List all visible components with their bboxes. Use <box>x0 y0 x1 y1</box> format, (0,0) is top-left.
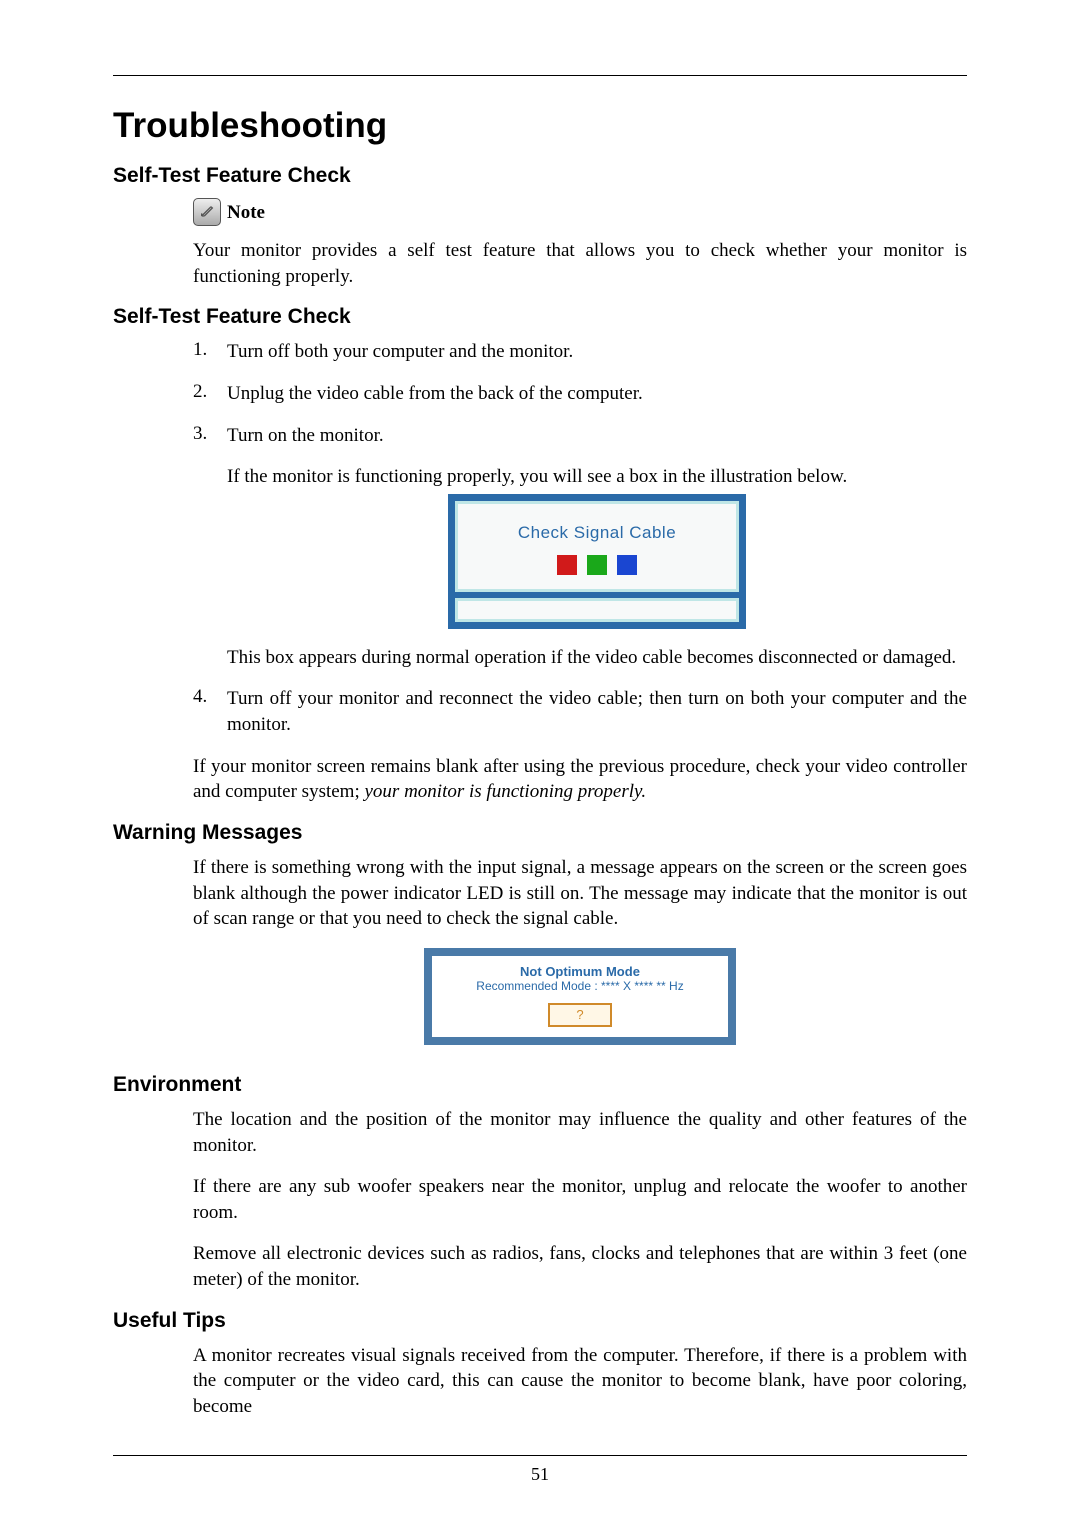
bottom-divider <box>113 1455 967 1456</box>
env-p3: Remove all electronic devices such as ra… <box>193 1241 967 1292</box>
figure-check-signal: Check Signal Cable <box>227 494 967 629</box>
step-subtext: If the monitor is functioning properly, … <box>227 464 967 490</box>
figure-button: ? <box>548 1003 612 1027</box>
page-content: Troubleshooting Self-Test Feature Check … <box>0 0 1080 1420</box>
closing-text-italic: your monitor is functioning properly. <box>365 781 647 802</box>
note-text: Your monitor provides a self test featur… <box>193 238 967 289</box>
step-number: 1. <box>193 339 227 365</box>
section-heading-environment: Environment <box>113 1073 967 1097</box>
step-body: Turn on the monitor. If the monitor is f… <box>227 423 967 671</box>
section-heading-self-test-2: Self-Test Feature Check <box>113 305 967 329</box>
figure-panel-blank <box>455 598 739 622</box>
step-number: 2. <box>193 381 227 407</box>
tips-p1: A monitor recreates visual signals recei… <box>193 1343 967 1420</box>
step-text: Turn off both your computer and the moni… <box>227 339 967 365</box>
section-body: A monitor recreates visual signals recei… <box>193 1343 967 1420</box>
figure-line1: Not Optimum Mode <box>438 964 722 979</box>
step-text: Unplug the video cable from the back of … <box>227 381 967 407</box>
step-text: Turn off your monitor and reconnect the … <box>227 686 967 737</box>
note-label: Note <box>227 202 265 226</box>
green-square <box>587 555 607 575</box>
step-number: 4. <box>193 686 227 737</box>
section-heading-self-test-1: Self-Test Feature Check <box>113 164 967 188</box>
blue-square <box>617 555 637 575</box>
section-heading-warning: Warning Messages <box>113 821 967 845</box>
figure-panel-inner: Check Signal Cable <box>455 501 739 592</box>
section-body: If there is something wrong with the inp… <box>193 855 967 1045</box>
step-number: 3. <box>193 423 227 671</box>
step-item: 2. Unplug the video cable from the back … <box>193 381 967 407</box>
section-body: 1. Turn off both your computer and the m… <box>193 339 967 805</box>
page-footer: 51 <box>113 1455 967 1485</box>
page-title: Troubleshooting <box>113 106 967 146</box>
env-p1: The location and the position of the mon… <box>193 1107 967 1158</box>
step-item: 4. Turn off your monitor and reconnect t… <box>193 686 967 737</box>
step-item: 3. Turn on the monitor. If the monitor i… <box>193 423 967 671</box>
figure-panel: Check Signal Cable <box>448 494 746 629</box>
figure-panel: Not Optimum Mode Recommended Mode : ****… <box>424 948 736 1045</box>
section-body: Note Your monitor provides a self test f… <box>193 198 967 289</box>
section-heading-useful-tips: Useful Tips <box>113 1309 967 1333</box>
red-square <box>557 555 577 575</box>
env-p2: If there are any sub woofer speakers nea… <box>193 1174 967 1225</box>
page-number: 51 <box>531 1464 549 1484</box>
section-body: The location and the position of the mon… <box>193 1107 967 1293</box>
color-squares <box>466 555 728 575</box>
closing-paragraph: If your monitor screen remains blank aft… <box>193 754 967 805</box>
warning-text: If there is something wrong with the inp… <box>193 855 967 932</box>
steps-list: 1. Turn off both your computer and the m… <box>193 339 967 737</box>
step-text: Turn on the monitor. <box>227 425 384 446</box>
step-item: 1. Turn off both your computer and the m… <box>193 339 967 365</box>
note-callout: Note <box>193 198 967 226</box>
figure-text: Check Signal Cable <box>466 522 728 545</box>
figure-line2: Recommended Mode : **** X **** ** Hz <box>438 979 722 993</box>
figure-not-optimum: Not Optimum Mode Recommended Mode : ****… <box>193 948 967 1045</box>
top-divider <box>113 75 967 76</box>
step-subtext: This box appears during normal operation… <box>227 645 967 671</box>
note-icon <box>193 198 221 226</box>
